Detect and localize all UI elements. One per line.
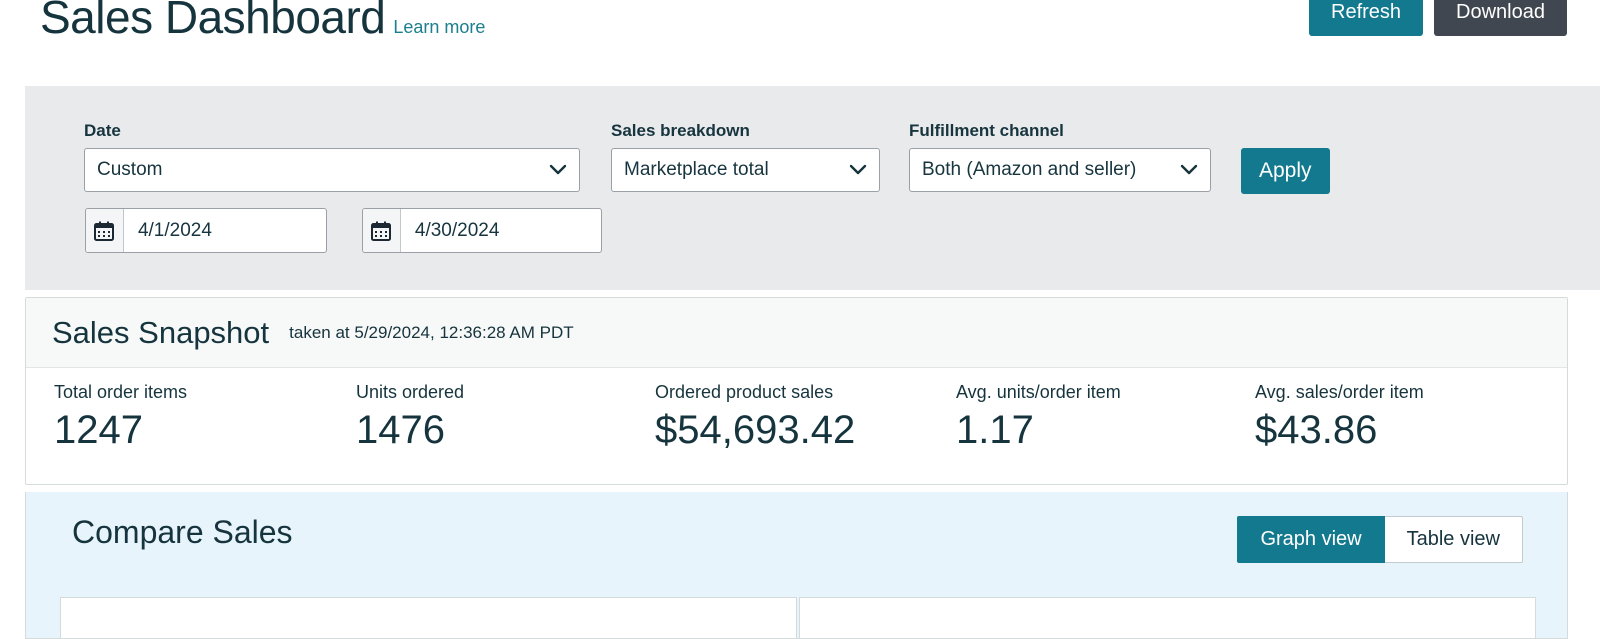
compare-sales-section: Compare Sales Graph view Table view xyxy=(25,492,1568,639)
metric-value: 1.17 xyxy=(956,405,1121,455)
compare-panels xyxy=(60,597,1536,639)
metric-value: 1476 xyxy=(356,405,464,455)
end-date-field[interactable] xyxy=(362,208,602,253)
metric-avg-units-per-order-item: Avg. units/order item 1.17 xyxy=(956,381,1121,455)
calendar-icon[interactable] xyxy=(86,209,124,252)
header-actions: Refresh Download xyxy=(1309,0,1567,36)
sales-snapshot-timestamp: taken at 5/29/2024, 12:36:28 AM PDT xyxy=(289,323,573,343)
calendar-icon[interactable] xyxy=(363,209,401,252)
fulfillment-channel-select-value: Both (Amazon and seller) xyxy=(922,159,1136,181)
chevron-down-icon xyxy=(849,164,867,176)
sales-snapshot-card: Sales Snapshot taken at 5/29/2024, 12:36… xyxy=(25,297,1568,485)
refresh-button[interactable]: Refresh xyxy=(1309,0,1423,36)
metric-value: $54,693.42 xyxy=(655,405,855,455)
sales-snapshot-title: Sales Snapshot xyxy=(52,315,269,351)
metric-label: Units ordered xyxy=(356,381,464,403)
metric-avg-sales-per-order-item: Avg. sales/order item $43.86 xyxy=(1255,381,1424,455)
metric-value: $43.86 xyxy=(1255,405,1424,455)
compare-panel-left xyxy=(60,597,797,639)
compare-panel-right xyxy=(799,597,1536,639)
filter-bar: Date Custom xyxy=(25,86,1600,290)
start-date-field[interactable] xyxy=(85,208,327,253)
chevron-down-icon xyxy=(1180,164,1198,176)
tab-table-view[interactable]: Table view xyxy=(1385,516,1523,563)
start-date-input[interactable] xyxy=(124,209,326,252)
metric-units-ordered: Units ordered 1476 xyxy=(356,381,464,455)
sales-breakdown-label: Sales breakdown xyxy=(611,121,750,141)
date-label: Date xyxy=(84,121,121,141)
metric-total-order-items: Total order items 1247 xyxy=(54,381,187,455)
sales-breakdown-select[interactable]: Marketplace total xyxy=(611,148,880,192)
title-group: Sales Dashboard Learn more xyxy=(40,0,485,46)
sales-dashboard-page: Sales Dashboard Learn more Refresh Downl… xyxy=(0,0,1600,639)
fulfillment-channel-select[interactable]: Both (Amazon and seller) xyxy=(909,148,1211,192)
date-range-select[interactable]: Custom xyxy=(84,148,580,192)
metric-label: Avg. sales/order item xyxy=(1255,381,1424,403)
date-range-select-value: Custom xyxy=(97,159,162,181)
metric-label: Avg. units/order item xyxy=(956,381,1121,403)
tab-graph-view[interactable]: Graph view xyxy=(1237,516,1384,563)
metric-ordered-product-sales: Ordered product sales $54,693.42 xyxy=(655,381,855,455)
apply-button[interactable]: Apply xyxy=(1241,148,1330,194)
metric-label: Total order items xyxy=(54,381,187,403)
end-date-input[interactable] xyxy=(401,209,601,252)
fulfillment-channel-label: Fulfillment channel xyxy=(909,121,1064,141)
chevron-down-icon xyxy=(549,164,567,176)
learn-more-link[interactable]: Learn more xyxy=(393,17,485,38)
compare-sales-title: Compare Sales xyxy=(72,514,293,551)
metric-label: Ordered product sales xyxy=(655,381,855,403)
sales-snapshot-header: Sales Snapshot taken at 5/29/2024, 12:36… xyxy=(26,298,1567,368)
download-button[interactable]: Download xyxy=(1434,0,1567,36)
metric-value: 1247 xyxy=(54,405,187,455)
view-toggle: Graph view Table view xyxy=(1237,516,1523,563)
metrics-row: Total order items 1247 Units ordered 147… xyxy=(26,368,1567,484)
sales-breakdown-select-value: Marketplace total xyxy=(624,159,769,181)
page-title: Sales Dashboard xyxy=(40,0,385,46)
page-header: Sales Dashboard Learn more Refresh Downl… xyxy=(0,0,1600,70)
